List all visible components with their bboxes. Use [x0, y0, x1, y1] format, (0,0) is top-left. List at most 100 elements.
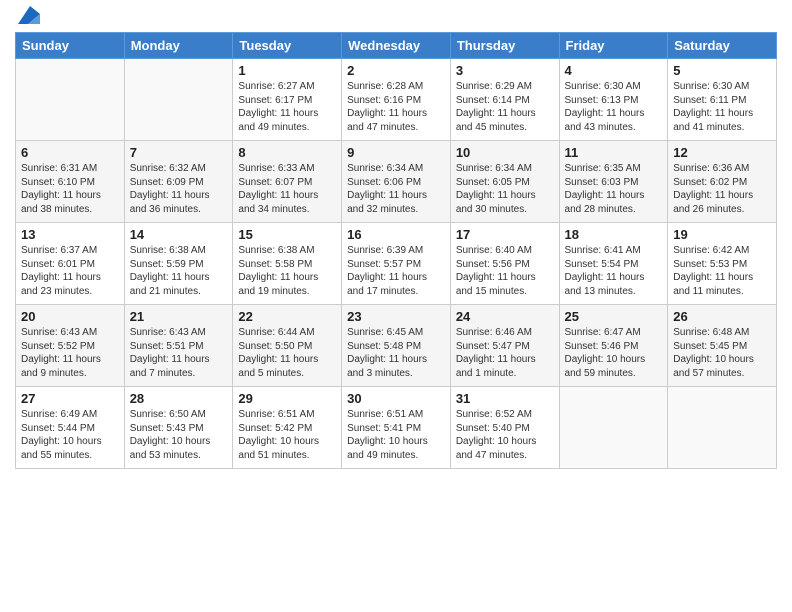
cell-content: Sunrise: 6:45 AM Sunset: 5:48 PM Dayligh… — [347, 326, 445, 380]
cell-content: Sunrise: 6:41 AM Sunset: 5:54 PM Dayligh… — [565, 244, 663, 298]
day-header-thursday: Thursday — [450, 33, 559, 59]
day-number: 9 — [347, 145, 445, 160]
day-number: 3 — [456, 63, 554, 78]
calendar: SundayMondayTuesdayWednesdayThursdayFrid… — [15, 32, 777, 469]
calendar-cell: 6 Sunrise: 6:31 AM Sunset: 6:10 PM Daylig… — [16, 141, 125, 223]
calendar-cell: 4 Sunrise: 6:30 AM Sunset: 6:13 PM Daylig… — [559, 59, 668, 141]
calendar-cell: 25Sunrise: 6:47 AM Sunset: 5:46 PM Dayli… — [559, 305, 668, 387]
calendar-cell: 15 Sunrise: 6:38 AM Sunset: 5:58 PM Dayli… — [233, 223, 342, 305]
cell-content: Sunrise: 6:33 AM Sunset: 6:07 PM Dayligh… — [238, 162, 336, 216]
cell-content: Sunrise: 6:32 AM Sunset: 6:09 PM Dayligh… — [130, 162, 228, 216]
logo-bird-icon — [18, 6, 40, 24]
calendar-cell: 23 Sunrise: 6:45 AM Sunset: 5:48 PM Dayli… — [342, 305, 451, 387]
header — [15, 10, 777, 24]
calendar-cell: 8 Sunrise: 6:33 AM Sunset: 6:07 PM Daylig… — [233, 141, 342, 223]
logo — [15, 10, 40, 24]
week-row-5: 27 Sunrise: 6:49 AM Sunset: 5:44 PM Dayli… — [16, 387, 777, 469]
calendar-cell: 22 Sunrise: 6:44 AM Sunset: 5:50 PM Dayli… — [233, 305, 342, 387]
calendar-cell: 13 Sunrise: 6:37 AM Sunset: 6:01 PM Dayli… — [16, 223, 125, 305]
cell-content: Sunrise: 6:51 AM Sunset: 5:42 PM Dayligh… — [238, 408, 336, 462]
calendar-cell: 18 Sunrise: 6:41 AM Sunset: 5:54 PM Dayli… — [559, 223, 668, 305]
day-number: 19 — [673, 227, 771, 242]
day-number: 11 — [565, 145, 663, 160]
calendar-cell: 9Sunrise: 6:34 AM Sunset: 6:06 PM Daylig… — [342, 141, 451, 223]
calendar-cell: 7 Sunrise: 6:32 AM Sunset: 6:09 PM Daylig… — [124, 141, 233, 223]
day-number: 27 — [21, 391, 119, 406]
calendar-cell: 17Sunrise: 6:40 AM Sunset: 5:56 PM Dayli… — [450, 223, 559, 305]
day-number: 5 — [673, 63, 771, 78]
cell-content: Sunrise: 6:52 AM Sunset: 5:40 PM Dayligh… — [456, 408, 554, 462]
day-number: 18 — [565, 227, 663, 242]
day-number: 6 — [21, 145, 119, 160]
day-number: 4 — [565, 63, 663, 78]
calendar-cell: 26Sunrise: 6:48 AM Sunset: 5:45 PM Dayli… — [668, 305, 777, 387]
day-number: 28 — [130, 391, 228, 406]
day-number: 29 — [238, 391, 336, 406]
calendar-cell: 24Sunrise: 6:46 AM Sunset: 5:47 PM Dayli… — [450, 305, 559, 387]
cell-content: Sunrise: 6:42 AM Sunset: 5:53 PM Dayligh… — [673, 244, 771, 298]
calendar-cell: 30Sunrise: 6:51 AM Sunset: 5:41 PM Dayli… — [342, 387, 451, 469]
cell-content: Sunrise: 6:38 AM Sunset: 5:59 PM Dayligh… — [130, 244, 228, 298]
calendar-cell — [124, 59, 233, 141]
calendar-cell — [668, 387, 777, 469]
day-number: 13 — [21, 227, 119, 242]
cell-content: Sunrise: 6:43 AM Sunset: 5:52 PM Dayligh… — [21, 326, 119, 380]
day-number: 20 — [21, 309, 119, 324]
calendar-cell: 31 Sunrise: 6:52 AM Sunset: 5:40 PM Dayli… — [450, 387, 559, 469]
calendar-header-row: SundayMondayTuesdayWednesdayThursdayFrid… — [16, 33, 777, 59]
cell-content: Sunrise: 6:30 AM Sunset: 6:11 PM Dayligh… — [673, 80, 771, 134]
cell-content: Sunrise: 6:30 AM Sunset: 6:13 PM Dayligh… — [565, 80, 663, 134]
calendar-cell: 20 Sunrise: 6:43 AM Sunset: 5:52 PM Dayli… — [16, 305, 125, 387]
day-header-monday: Monday — [124, 33, 233, 59]
cell-content: Sunrise: 6:34 AM Sunset: 6:05 PM Dayligh… — [456, 162, 554, 216]
calendar-cell — [16, 59, 125, 141]
cell-content: Sunrise: 6:40 AM Sunset: 5:56 PM Dayligh… — [456, 244, 554, 298]
cell-content: Sunrise: 6:35 AM Sunset: 6:03 PM Dayligh… — [565, 162, 663, 216]
day-number: 8 — [238, 145, 336, 160]
calendar-cell: 14Sunrise: 6:38 AM Sunset: 5:59 PM Dayli… — [124, 223, 233, 305]
week-row-1: 1Sunrise: 6:27 AM Sunset: 6:17 PM Daylig… — [16, 59, 777, 141]
calendar-cell: 28Sunrise: 6:50 AM Sunset: 5:43 PM Dayli… — [124, 387, 233, 469]
cell-content: Sunrise: 6:29 AM Sunset: 6:14 PM Dayligh… — [456, 80, 554, 134]
day-number: 15 — [238, 227, 336, 242]
day-number: 23 — [347, 309, 445, 324]
day-header-sunday: Sunday — [16, 33, 125, 59]
week-row-4: 20 Sunrise: 6:43 AM Sunset: 5:52 PM Dayli… — [16, 305, 777, 387]
day-number: 7 — [130, 145, 228, 160]
page: SundayMondayTuesdayWednesdayThursdayFrid… — [0, 0, 792, 612]
day-number: 10 — [456, 145, 554, 160]
cell-content: Sunrise: 6:44 AM Sunset: 5:50 PM Dayligh… — [238, 326, 336, 380]
day-number: 2 — [347, 63, 445, 78]
day-number: 25 — [565, 309, 663, 324]
day-number: 12 — [673, 145, 771, 160]
calendar-cell: 10 Sunrise: 6:34 AM Sunset: 6:05 PM Dayli… — [450, 141, 559, 223]
day-header-saturday: Saturday — [668, 33, 777, 59]
day-number: 22 — [238, 309, 336, 324]
day-number: 31 — [456, 391, 554, 406]
cell-content: Sunrise: 6:43 AM Sunset: 5:51 PM Dayligh… — [130, 326, 228, 380]
cell-content: Sunrise: 6:36 AM Sunset: 6:02 PM Dayligh… — [673, 162, 771, 216]
calendar-cell: 1Sunrise: 6:27 AM Sunset: 6:17 PM Daylig… — [233, 59, 342, 141]
cell-content: Sunrise: 6:51 AM Sunset: 5:41 PM Dayligh… — [347, 408, 445, 462]
calendar-cell: 11 Sunrise: 6:35 AM Sunset: 6:03 PM Dayli… — [559, 141, 668, 223]
calendar-cell: 27 Sunrise: 6:49 AM Sunset: 5:44 PM Dayli… — [16, 387, 125, 469]
day-number: 24 — [456, 309, 554, 324]
week-row-3: 13 Sunrise: 6:37 AM Sunset: 6:01 PM Dayli… — [16, 223, 777, 305]
cell-content: Sunrise: 6:27 AM Sunset: 6:17 PM Dayligh… — [238, 80, 336, 134]
day-header-wednesday: Wednesday — [342, 33, 451, 59]
cell-content: Sunrise: 6:48 AM Sunset: 5:45 PM Dayligh… — [673, 326, 771, 380]
calendar-cell: 12 Sunrise: 6:36 AM Sunset: 6:02 PM Dayli… — [668, 141, 777, 223]
day-header-tuesday: Tuesday — [233, 33, 342, 59]
week-row-2: 6 Sunrise: 6:31 AM Sunset: 6:10 PM Daylig… — [16, 141, 777, 223]
cell-content: Sunrise: 6:49 AM Sunset: 5:44 PM Dayligh… — [21, 408, 119, 462]
day-number: 21 — [130, 309, 228, 324]
cell-content: Sunrise: 6:37 AM Sunset: 6:01 PM Dayligh… — [21, 244, 119, 298]
cell-content: Sunrise: 6:28 AM Sunset: 6:16 PM Dayligh… — [347, 80, 445, 134]
calendar-cell — [559, 387, 668, 469]
calendar-cell: 19 Sunrise: 6:42 AM Sunset: 5:53 PM Dayli… — [668, 223, 777, 305]
day-header-friday: Friday — [559, 33, 668, 59]
cell-content: Sunrise: 6:38 AM Sunset: 5:58 PM Dayligh… — [238, 244, 336, 298]
cell-content: Sunrise: 6:31 AM Sunset: 6:10 PM Dayligh… — [21, 162, 119, 216]
logo-wrapper — [15, 10, 40, 24]
day-number: 16 — [347, 227, 445, 242]
